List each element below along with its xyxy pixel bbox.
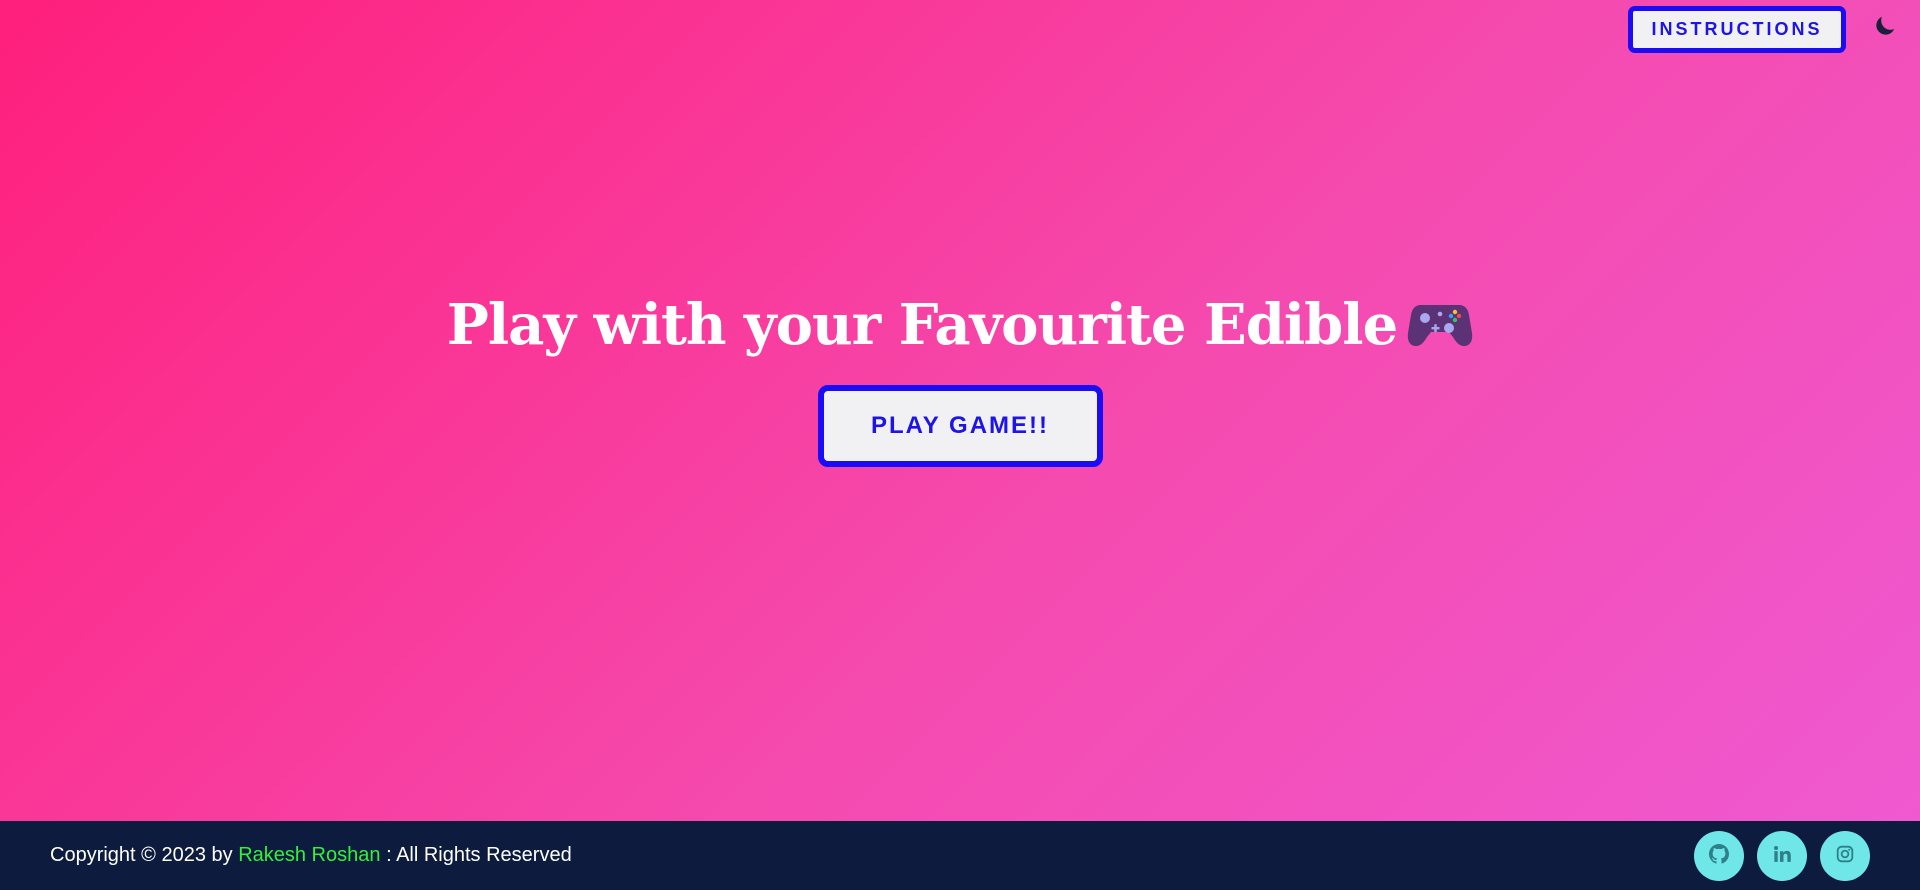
hero-title-row: Play with your Favourite Edible <box>447 285 1473 365</box>
hero-section: Play with your Favourite Edible PLAY GAM… <box>0 285 1920 467</box>
instagram-button[interactable] <box>1820 831 1870 881</box>
github-button[interactable] <box>1694 831 1744 881</box>
author-link[interactable]: Rakesh Roshan <box>238 844 380 866</box>
footer: Copyright © 2023 by Rakesh Roshan : All … <box>0 821 1920 890</box>
github-icon <box>1709 843 1729 869</box>
instagram-icon <box>1836 845 1854 868</box>
copyright-suffix: : All Rights Reserved <box>386 844 572 866</box>
theme-toggle[interactable] <box>1868 11 1902 45</box>
instructions-button[interactable]: INSTRUCTIONS <box>1628 6 1846 53</box>
page-title: Play with your Favourite Edible <box>446 292 1398 358</box>
play-game-button[interactable]: PLAY GAME!! <box>817 385 1103 467</box>
linkedin-button[interactable] <box>1757 831 1807 881</box>
copyright-prefix: Copyright © 2023 by <box>50 844 233 866</box>
moon-icon <box>1872 13 1898 44</box>
linkedin-icon <box>1773 845 1791 868</box>
gamepad-icon <box>1407 295 1473 356</box>
social-links <box>1694 831 1870 881</box>
copyright-text: Copyright © 2023 by Rakesh Roshan : All … <box>50 844 572 867</box>
